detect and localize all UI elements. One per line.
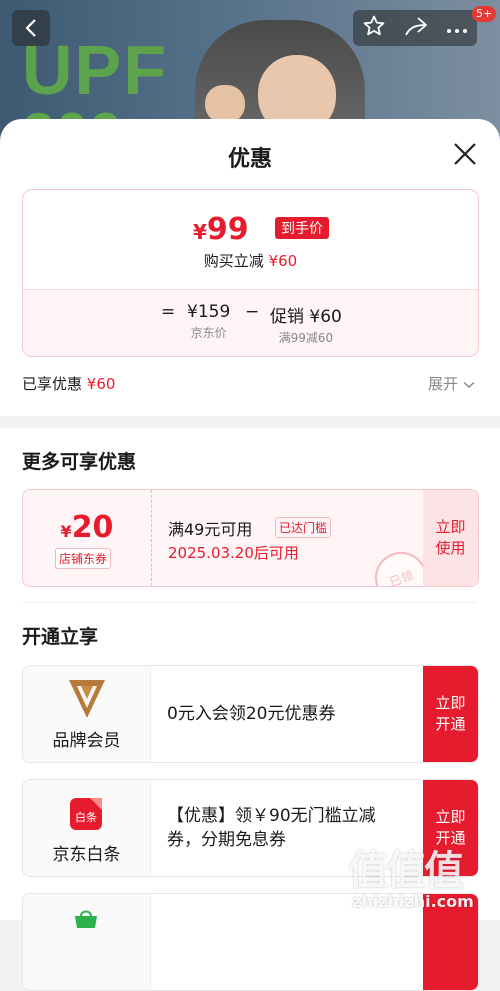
final-price-tag: 到手价 — [275, 217, 329, 239]
star-icon — [363, 15, 384, 36]
brand-member-card: 品牌会员 0元入会领20元优惠券 立即 开通 — [22, 665, 479, 763]
brand-v-icon — [69, 680, 105, 718]
coupon-card: ¥20 店铺东券 满49元可用 已达门槛 2025.03.20后可用 已领 立即… — [22, 489, 479, 587]
close-button[interactable] — [452, 141, 478, 167]
watermark-url: zhizhizhi.com — [352, 892, 474, 911]
enjoyed-discount: 已享优惠 ¥60 — [22, 373, 115, 394]
final-price-value: 99 — [206, 212, 249, 247]
shopping-bag-icon — [75, 910, 97, 928]
model-hand-image — [205, 85, 245, 123]
divider — [22, 602, 477, 603]
enjoyed-label: 已享优惠 — [22, 375, 83, 393]
sheet-title: 优惠 — [227, 147, 272, 172]
brand-member-desc: 0元入会领20元优惠券 — [167, 704, 336, 724]
base-price: ¥159 京东价 — [187, 302, 230, 341]
minus-sign: − — [245, 302, 260, 322]
price-breakdown: = ¥159 京东价 − 促销 ¥60 满99减60 — [23, 289, 478, 356]
brand-member-logo-area: 品牌会员 — [23, 666, 151, 762]
promo: 促销 ¥60 满99减60 — [270, 302, 342, 346]
close-icon — [454, 143, 476, 165]
share-arrow-icon — [405, 17, 427, 36]
discount-sheet: 优惠 ¥99 到手价 购买立减 ¥60 = ¥159 京东价 − 促销 ¥60 满9… — [0, 119, 500, 991]
open-benefits-title: 开通立享 — [22, 626, 99, 648]
message-badge: 5+ — [472, 6, 497, 22]
coupon-amount-value: 20 — [71, 510, 114, 545]
threshold-reached-badge: 已达门槛 — [275, 517, 332, 538]
coupon-yen: ¥ — [60, 522, 72, 541]
baitiao-logo-area: 白条 京东白条 — [23, 780, 151, 876]
back-button[interactable] — [12, 10, 50, 46]
third-benefit-logo-area — [23, 894, 151, 990]
coupon-amount: ¥20 — [23, 510, 151, 545]
top-actions — [353, 10, 477, 46]
baitiao-icon: 白条 — [70, 798, 102, 830]
yen-symbol: ¥ — [193, 220, 207, 244]
share-button[interactable] — [403, 15, 429, 41]
more-dots-icon — [447, 28, 468, 33]
coupon-amount-area: ¥20 店铺东券 — [23, 490, 152, 586]
reduce-label: 购买立减 — [203, 252, 264, 270]
coupon-date: 2025.03.20后可用 — [168, 544, 299, 562]
promo-label: 满99减60 — [278, 331, 334, 345]
reduce-line: 购买立减 ¥60 — [23, 250, 478, 271]
favorite-button[interactable] — [362, 14, 386, 42]
use-now-button[interactable]: 立即 使用 — [423, 490, 478, 586]
baitiao-name: 京东白条 — [52, 845, 121, 865]
chevron-down-icon — [463, 381, 475, 389]
equals-sign: = — [161, 302, 176, 322]
brand-member-name: 品牌会员 — [52, 731, 121, 751]
final-price: ¥99 — [193, 212, 249, 247]
coupon-condition: 满49元可用 — [168, 520, 253, 539]
reduce-value: ¥60 — [268, 252, 298, 270]
section-gap — [0, 416, 500, 428]
watermark-logo: 值值值 — [348, 848, 464, 894]
base-price-value: ¥159 — [187, 302, 231, 322]
more-discounts-title: 更多可享优惠 — [22, 451, 137, 473]
base-price-label: 京东价 — [190, 326, 227, 340]
enjoyed-value: ¥60 — [86, 375, 116, 393]
chevron-left-icon — [25, 19, 36, 37]
promo-value: 促销 ¥60 — [270, 307, 342, 327]
price-card: ¥99 到手价 购买立减 ¥60 = ¥159 京东价 − 促销 ¥60 满99减6… — [22, 189, 479, 357]
expand-label: 展开 — [428, 375, 459, 393]
baitiao-icon-text: 白条 — [75, 810, 97, 824]
open-brand-member-button[interactable]: 立即 开通 — [423, 666, 478, 762]
expand-button[interactable]: 展开 — [428, 373, 475, 394]
more-button[interactable] — [446, 19, 468, 38]
coupon-type: 店铺东券 — [55, 548, 112, 569]
